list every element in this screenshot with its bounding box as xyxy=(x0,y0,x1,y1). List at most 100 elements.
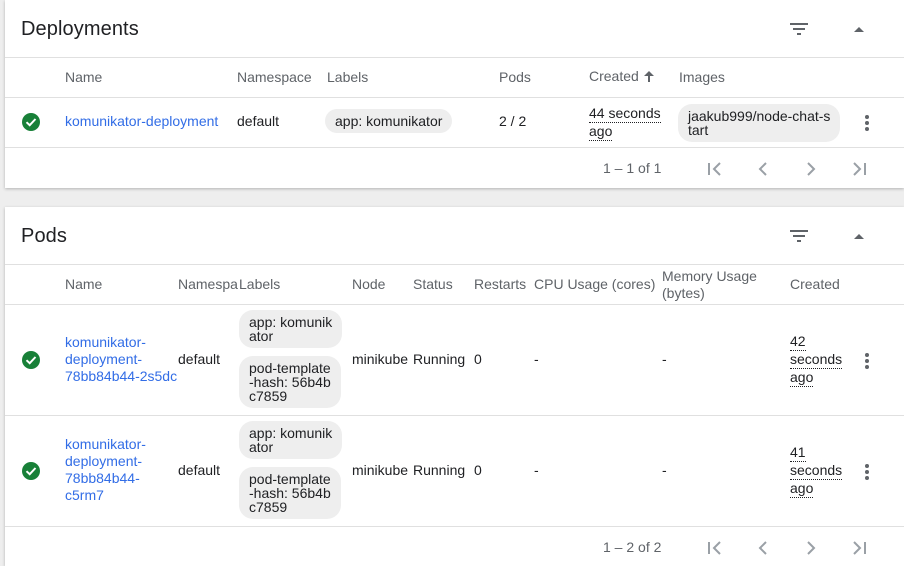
pod-status: Running xyxy=(413,462,466,478)
table-row: komunikator- deployment- 78bb84b44- c5rm… xyxy=(5,416,904,527)
pod-name-line-2: deployment- xyxy=(65,351,143,367)
deployment-namespace: default xyxy=(237,113,280,129)
pod-created: 41 seconds ago xyxy=(790,444,843,498)
pod-cpu: - xyxy=(534,462,539,478)
pods-pagination: 1 – 2 of 2 xyxy=(5,527,904,566)
created-line-2: seconds xyxy=(790,351,843,369)
deployment-pods: 2 / 2 xyxy=(499,113,527,129)
deployments-card: Deployments Name Namespace Labels Pods C… xyxy=(5,0,904,188)
pod-name-line-1: komunikator- xyxy=(65,436,146,452)
label-chip-line-1: app: komunik xyxy=(249,314,333,330)
next-page-icon[interactable] xyxy=(799,536,823,560)
next-page-icon[interactable] xyxy=(799,157,823,181)
pod-name-line-3: 78bb84b44- xyxy=(65,470,140,486)
label-chip-line-2: ator xyxy=(249,439,274,455)
table-row: komunikator- deployment- 78bb84b44-2s5dc… xyxy=(5,305,904,416)
last-page-icon[interactable] xyxy=(847,157,871,181)
pod-name-line-4: c5rm7 xyxy=(65,487,104,503)
pod-status: Running xyxy=(413,351,466,367)
sort-up-icon xyxy=(643,70,654,82)
col-name[interactable]: Name xyxy=(65,69,102,85)
col-memory: Memory Usage (bytes) xyxy=(662,268,757,302)
pod-name-line-2: deployment- xyxy=(65,453,143,469)
pod-restarts: 0 xyxy=(474,351,482,367)
label-chip-line-3: c7859 xyxy=(249,499,288,515)
label-chip: app: komunikator xyxy=(325,109,453,133)
label-chip-line-1: app: komunik xyxy=(249,425,333,441)
label-chip: pod-template -hash: 56b4b c7859 xyxy=(239,467,341,519)
first-page-icon[interactable] xyxy=(703,536,727,560)
label-chip-line-2: ator xyxy=(249,328,274,344)
pod-name-link[interactable]: komunikator- deployment- 78bb84b44- c5rm… xyxy=(65,436,177,504)
pod-node: minikube xyxy=(352,351,409,367)
last-page-icon[interactable] xyxy=(847,536,871,560)
col-namespace[interactable]: Namespa xyxy=(178,276,238,292)
col-memory-line-1: Memory Usage xyxy=(662,268,757,284)
label-chip: app: komunik ator xyxy=(239,421,343,459)
collapse-icon[interactable] xyxy=(847,17,871,41)
pod-created: 42 seconds ago xyxy=(790,333,843,387)
collapse-icon[interactable] xyxy=(847,224,871,248)
pod-node: minikube xyxy=(352,462,409,478)
col-labels: Labels xyxy=(327,69,369,85)
deployments-header: Deployments xyxy=(5,0,904,58)
filter-icon[interactable] xyxy=(787,224,811,248)
image-line-1: jaakub999/node-chat-s xyxy=(688,108,831,124)
deployment-name-link[interactable]: komunikator-deployment xyxy=(65,113,218,129)
pod-labels: app: komunik ator pod-template -hash: 56… xyxy=(239,421,343,519)
deployments-table-header: Name Namespace Labels Pods Created Image… xyxy=(5,59,904,98)
label-chip-line-2: -hash: 56b4b xyxy=(249,374,331,390)
created-line-3: ago xyxy=(790,480,814,498)
col-created[interactable]: Created xyxy=(589,68,654,84)
deployments-title: Deployments xyxy=(21,18,139,40)
created-line-2: ago xyxy=(589,123,613,141)
label-chip-line-1: pod-template xyxy=(249,360,331,376)
filter-icon[interactable] xyxy=(787,17,811,41)
label-chip: app: komunik ator xyxy=(239,310,343,348)
pod-name-link[interactable]: komunikator- deployment- 78bb84b44-2s5dc xyxy=(65,334,177,385)
pods-table-header: Name Namespa Labels Node Status Restarts… xyxy=(5,266,904,305)
created-line-1: 42 xyxy=(790,333,806,351)
col-namespace[interactable]: Namespace xyxy=(237,69,312,85)
prev-page-icon[interactable] xyxy=(751,157,775,181)
page-range: 1 – 2 of 2 xyxy=(603,539,662,555)
created-line-1: 44 seconds xyxy=(589,105,661,123)
deployment-created: 44 seconds ago xyxy=(589,105,661,141)
col-images: Images xyxy=(679,69,725,85)
pod-name-line-3: 78bb84b44-2s5dc xyxy=(65,368,177,384)
pods-card: Pods Name Namespa Labels Node Status Res… xyxy=(5,207,904,566)
image-chip: jaakub999/node-chat-s tart xyxy=(678,104,841,142)
created-line-2: seconds xyxy=(790,462,843,480)
col-restarts: Restarts xyxy=(474,276,527,292)
pods-title: Pods xyxy=(21,225,67,247)
first-page-icon[interactable] xyxy=(703,157,727,181)
col-pods: Pods xyxy=(499,69,531,85)
prev-page-icon[interactable] xyxy=(751,536,775,560)
pods-header: Pods xyxy=(5,207,904,265)
pod-memory: - xyxy=(662,351,667,367)
col-memory-line-2: (bytes) xyxy=(662,285,705,301)
table-row: komunikator-deployment default app: komu… xyxy=(5,98,904,148)
more-vert-icon[interactable] xyxy=(857,462,877,482)
col-cpu: CPU Usage (cores) xyxy=(534,276,656,292)
col-status: Status xyxy=(413,276,453,292)
pod-namespace: default xyxy=(178,462,221,478)
pod-labels: app: komunik ator pod-template -hash: 56… xyxy=(239,310,343,408)
col-created-label: Created xyxy=(589,68,639,84)
col-created[interactable]: Created xyxy=(790,276,840,292)
pod-memory: - xyxy=(662,462,667,478)
label-chip-line-2: -hash: 56b4b xyxy=(249,485,331,501)
more-vert-icon[interactable] xyxy=(857,113,877,133)
pod-namespace: default xyxy=(178,351,221,367)
col-labels: Labels xyxy=(239,276,281,292)
page-range: 1 – 1 of 1 xyxy=(603,160,662,176)
success-icon xyxy=(22,351,40,369)
label-chip-line-3: c7859 xyxy=(249,388,288,404)
col-node: Node xyxy=(352,276,386,292)
more-vert-icon[interactable] xyxy=(857,351,877,371)
created-line-1: 41 xyxy=(790,444,806,462)
image-line-2: tart xyxy=(688,122,709,138)
label-chip: pod-template -hash: 56b4b c7859 xyxy=(239,356,341,408)
label-chip-line-1: pod-template xyxy=(249,471,331,487)
col-name[interactable]: Name xyxy=(65,276,102,292)
